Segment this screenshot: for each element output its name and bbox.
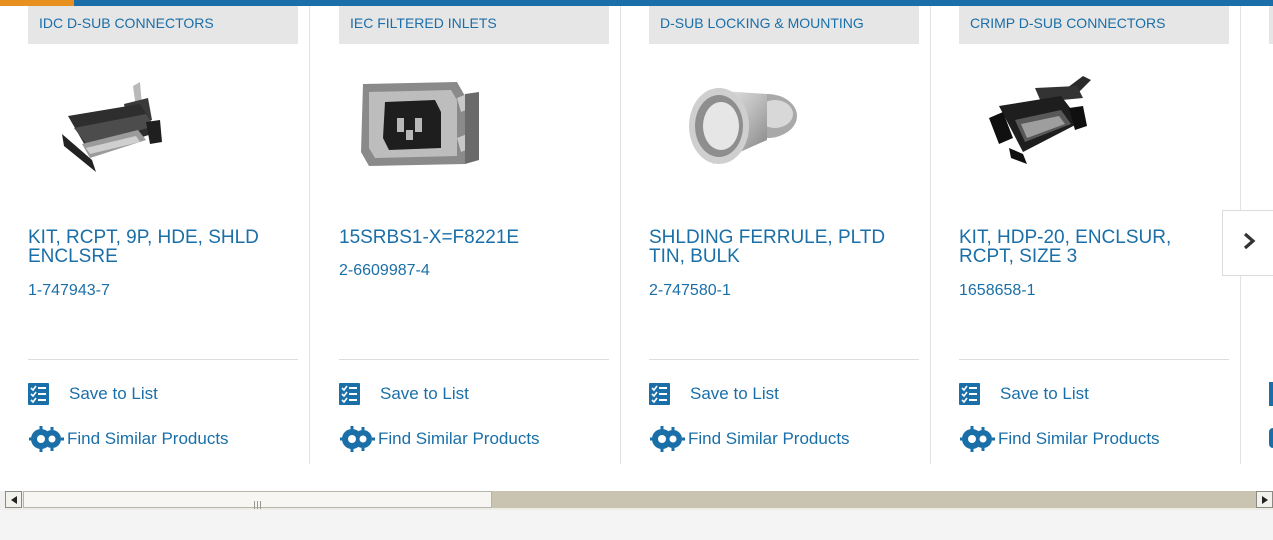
find-similar-products-label: Find Similar Products [378,429,540,448]
product-card: IEC FILTERED INLETS 15SRBS1-X=F8221E 2-6… [311,6,621,464]
find-similar-products-label: Find Similar Products [67,429,229,448]
gears-icon [959,426,995,452]
scroll-left-button[interactable] [5,491,22,508]
gears-icon [649,426,685,452]
product-card: D-SUB LOCKING & MOUNTING SHLDING FERRULE… [621,6,931,464]
save-to-list-button[interactable]: Save to List [28,382,158,406]
checklist-icon [339,383,360,405]
find-similar-products-button[interactable]: Find Similar Products [959,426,1160,452]
card-divider [28,359,298,360]
gears-icon [339,426,375,452]
save-to-list-label: Save to List [69,384,158,403]
product-carousel: IDC D-SUB CONNECTORS KIT, RCPT, 9P, HDE,… [0,6,1273,464]
save-to-list-label: Save to List [690,384,779,403]
part-number-link[interactable]: 2-6609987-4 [339,262,430,280]
find-similar-products-label: Find Similar Products [998,429,1160,448]
card-divider [339,359,609,360]
scrollbar-track[interactable] [492,491,1256,508]
find-similar-products-button[interactable]: Find Similar Products [649,426,850,452]
card-divider [649,359,919,360]
product-image[interactable] [649,68,819,178]
product-title-link[interactable]: SHLDING FERRULE, PLTD TIN, BULK [649,228,919,266]
part-number-link[interactable]: 1-747943-7 [28,282,110,300]
save-to-list-label: Save to List [380,384,469,403]
save-to-list-label: Save to List [1000,384,1089,403]
product-category[interactable]: IDC D-SUB CONNECTORS [28,6,298,44]
checklist-icon [649,383,670,405]
find-similar-products-button[interactable]: Find Similar Products [339,426,540,452]
arrow-left-icon [10,491,17,509]
product-category[interactable]: IEC FILTERED INLETS [339,6,609,44]
carousel-next-button[interactable] [1222,210,1273,276]
product-card: CRIMP D-SUB CONNECTORS KIT, HDP-20, ENCL… [931,6,1241,464]
product-image[interactable] [959,68,1129,178]
find-similar-products-button[interactable]: Find Similar Products [28,426,229,452]
scrollbar-thumb[interactable] [23,491,492,509]
gears-icon[interactable] [1269,428,1273,448]
save-to-list-button[interactable]: Save to List [339,382,469,406]
product-category[interactable]: D-SUB LOCKING & MOUNTING [649,6,919,44]
scroll-right-button[interactable] [1256,491,1273,508]
product-category[interactable]: CRIMP D-SUB CONNECTORS [959,6,1229,44]
chevron-right-icon [1242,232,1256,255]
product-title-link[interactable]: 15SRBS1-X=F8221E [339,228,609,247]
save-to-list-button[interactable]: Save to List [959,382,1089,406]
save-to-list-button[interactable]: Save to List [649,382,779,406]
product-title-link[interactable]: KIT, HDP-20, ENCLSUR, RCPT, SIZE 3 [959,228,1229,266]
checklist-icon [28,383,49,405]
product-title-link[interactable]: KIT, RCPT, 9P, HDE, SHLD ENCLSRE [28,228,298,266]
product-image[interactable] [339,68,509,178]
checklist-icon [959,383,980,405]
part-number-link[interactable]: 2-747580-1 [649,282,731,300]
horizontal-scrollbar[interactable] [5,491,1273,510]
grip-icon [254,496,261,509]
checklist-icon[interactable] [1269,382,1273,406]
product-card: IDC D-SUB CONNECTORS KIT, RCPT, 9P, HDE,… [0,6,310,464]
part-number-link[interactable]: 1658658-1 [959,282,1036,300]
card-divider [959,359,1229,360]
product-image[interactable] [28,68,198,178]
find-similar-products-label: Find Similar Products [688,429,850,448]
arrow-right-icon [1261,491,1268,509]
page-footer-area [0,510,1273,540]
gears-icon [28,426,64,452]
product-category-partial[interactable] [1269,6,1273,44]
